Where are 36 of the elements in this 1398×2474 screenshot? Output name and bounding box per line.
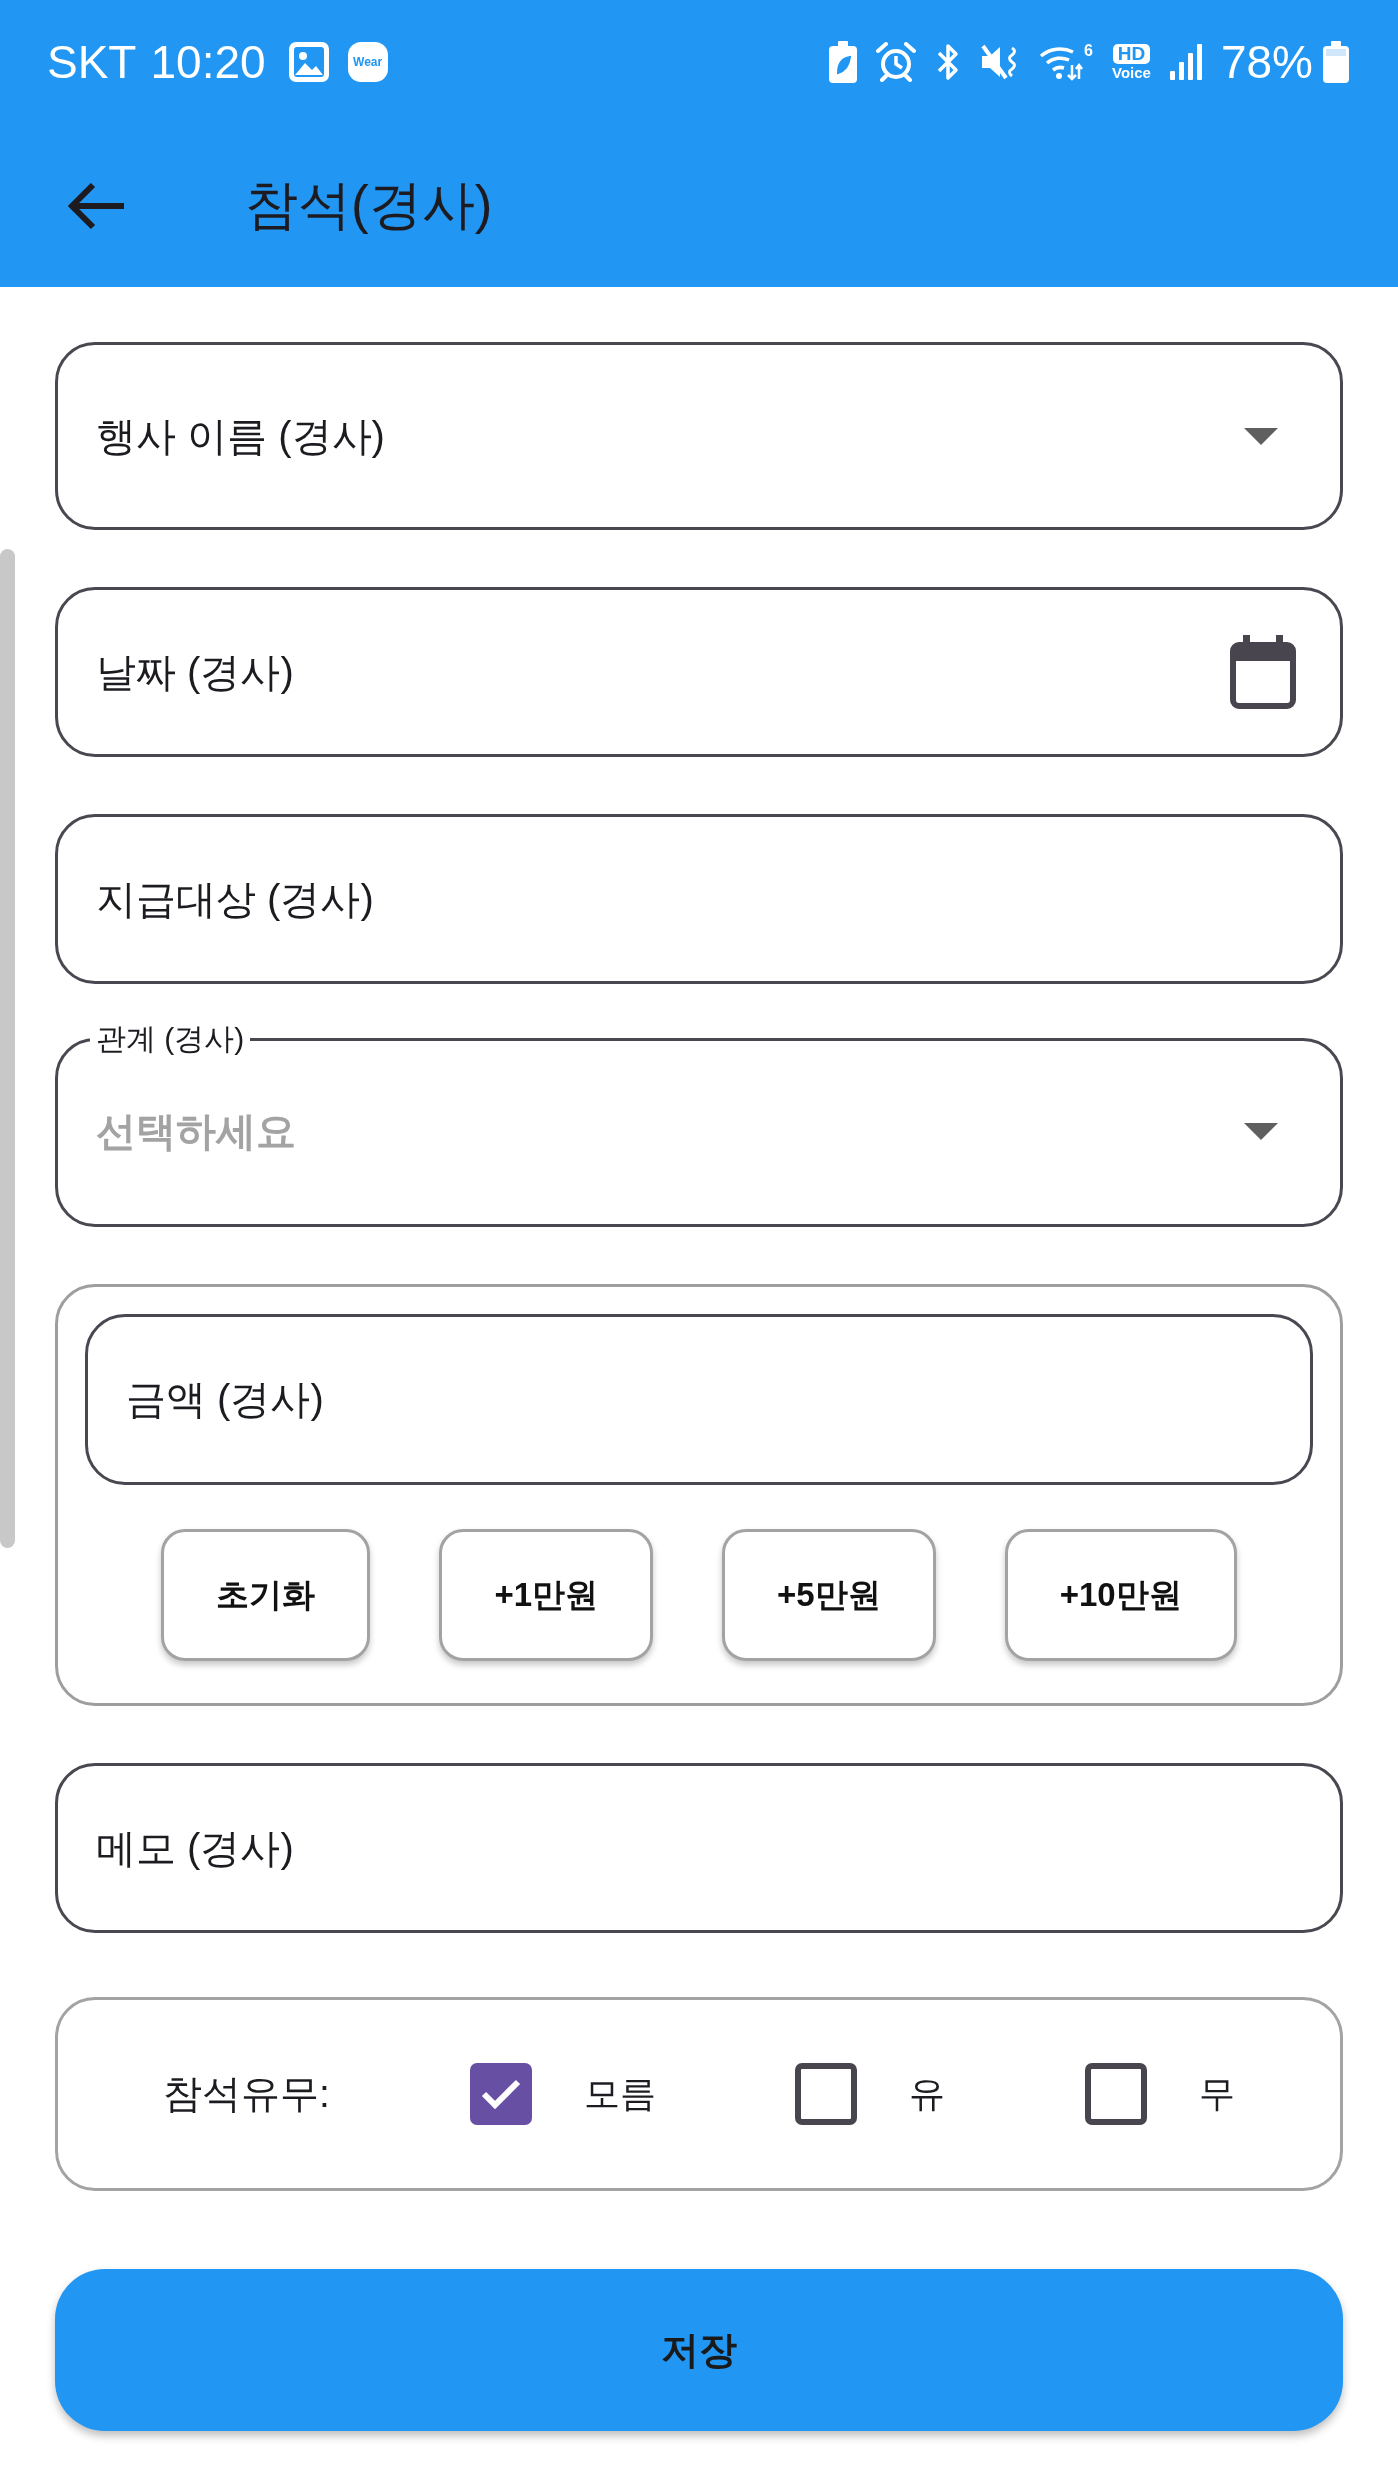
calendar-icon[interactable] bbox=[1230, 635, 1296, 709]
checkbox-label: 무 bbox=[1199, 2071, 1235, 2116]
text-field[interactable]: 메모 (경사) bbox=[55, 1763, 1343, 1933]
caret-icon bbox=[1244, 427, 1278, 445]
amount-button[interactable]: 초기화 bbox=[161, 1529, 371, 1661]
alarm-icon bbox=[876, 42, 917, 82]
checkbox[interactable] bbox=[1085, 2063, 1147, 2125]
dropdown-field[interactable]: 행사 이름 (경사) bbox=[55, 342, 1343, 530]
text-field[interactable]: 금액 (경사) bbox=[85, 1314, 1313, 1485]
wifi-standard-label: 6 bbox=[1084, 43, 1093, 59]
checkbox-label: 유 bbox=[909, 2071, 946, 2116]
hd-label: HD bbox=[1112, 43, 1151, 64]
attendance-label: 참석유무: bbox=[163, 2071, 330, 2117]
battery-saver-icon bbox=[829, 41, 858, 83]
field-label: 관계 (경사) bbox=[95, 1021, 246, 1057]
notification-badge: Wear bbox=[347, 42, 388, 82]
image-icon bbox=[288, 42, 329, 82]
signal-icon bbox=[1169, 44, 1202, 80]
text-field[interactable]: 지급대상 (경사) bbox=[55, 814, 1343, 984]
battery-percent: 78% bbox=[1220, 36, 1313, 88]
back-arrow-icon[interactable] bbox=[66, 180, 126, 231]
voice-label: Voice bbox=[1112, 64, 1151, 81]
checkbox[interactable] bbox=[795, 2063, 858, 2125]
page-title: 참석(경사) bbox=[245, 173, 493, 236]
save-button[interactable]: 저장 bbox=[55, 2269, 1343, 2431]
checkbox[interactable] bbox=[469, 2063, 532, 2125]
amount-button[interactable]: +1만원 bbox=[439, 1529, 653, 1661]
amount-button[interactable]: +10만원 bbox=[1004, 1529, 1237, 1661]
amount-button[interactable]: +5만원 bbox=[722, 1529, 936, 1661]
clock-time: 10:20 bbox=[150, 36, 266, 88]
carrier-name: SKT bbox=[47, 36, 137, 88]
date-field[interactable]: 날짜 (경사) bbox=[55, 587, 1343, 757]
battery-icon bbox=[1323, 41, 1349, 83]
checkmark-icon bbox=[480, 2079, 521, 2109]
caret-icon bbox=[1244, 1123, 1278, 1140]
checkbox-label: 모름 bbox=[583, 2071, 656, 2116]
